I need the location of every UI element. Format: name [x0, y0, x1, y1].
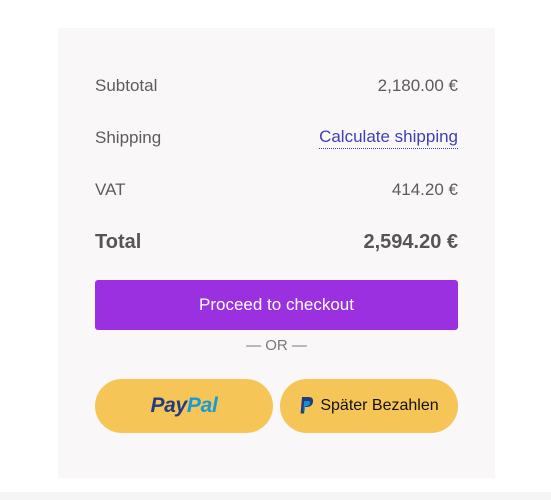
vat-value: 414.20 €	[391, 180, 458, 199]
shipping-label: Shipping	[95, 128, 162, 147]
shipping-row: Shipping Calculate shipping	[95, 123, 458, 153]
paypal-logo-icon: PayPal	[150, 394, 217, 418]
total-value: 2,594.20 €	[363, 230, 458, 253]
pay-later-content: Später Bezahlen	[299, 396, 439, 416]
vat-row: VAT 414.20 €	[95, 175, 458, 205]
or-separator: — OR —	[246, 337, 307, 354]
paypal-logo-pal: Pal	[186, 394, 218, 417]
pay-later-label: Später Bezahlen	[320, 397, 439, 414]
page-bottom-strip	[0, 492, 551, 500]
paypal-p-icon	[300, 397, 314, 414]
pay-later-button[interactable]: Später Bezahlen	[280, 379, 458, 433]
subtotal-label: Subtotal	[95, 76, 158, 95]
subtotal-value: 2,180.00 €	[377, 76, 458, 95]
paypal-logo-pay: Pay	[150, 394, 187, 417]
vat-label: VAT	[95, 180, 126, 199]
total-label: Total	[95, 230, 142, 253]
subtotal-row: Subtotal 2,180.00 €	[95, 71, 458, 101]
cart-totals-panel: Subtotal 2,180.00 € Shipping Calculate s…	[58, 28, 495, 478]
proceed-to-checkout-button[interactable]: Proceed to checkout	[95, 280, 458, 330]
calculate-shipping-link[interactable]: Calculate shipping	[319, 127, 458, 149]
paypal-button[interactable]: PayPal	[95, 379, 273, 433]
total-row: Total 2,594.20 €	[95, 227, 458, 257]
